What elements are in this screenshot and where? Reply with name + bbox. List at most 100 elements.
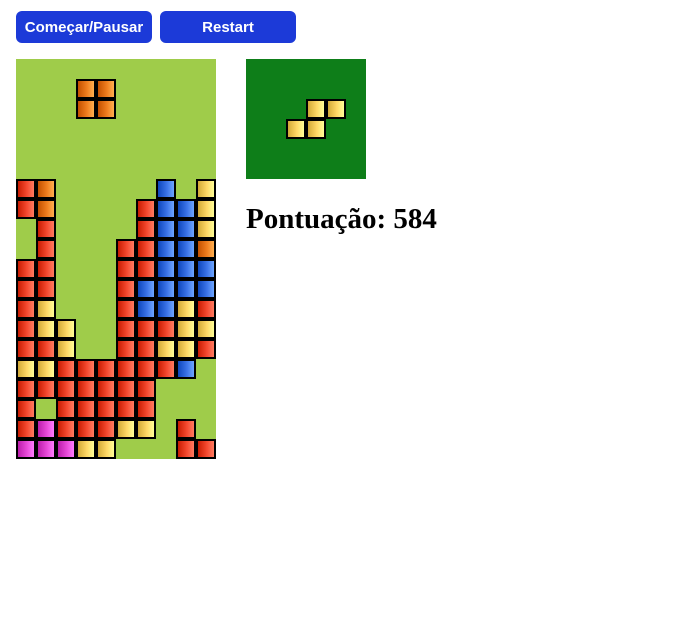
block-blue — [156, 279, 176, 299]
block-red — [136, 199, 156, 219]
block-blue — [156, 299, 176, 319]
block-blue — [196, 279, 216, 299]
block-red — [36, 259, 56, 279]
block-yellow — [196, 319, 216, 339]
block-red — [36, 339, 56, 359]
toolbar: Começar/Pausar Restart — [16, 11, 296, 43]
next-piece-preview — [246, 59, 366, 179]
block-yellow — [176, 339, 196, 359]
block-blue — [176, 239, 196, 259]
block-red — [156, 359, 176, 379]
block-yellow — [76, 439, 96, 459]
block-orange — [96, 79, 116, 99]
block-yellow — [56, 319, 76, 339]
block-red — [176, 439, 196, 459]
block-blue — [176, 359, 196, 379]
block-red — [56, 419, 76, 439]
block-orange — [36, 199, 56, 219]
block-orange — [96, 99, 116, 119]
block-red — [16, 379, 36, 399]
block-red — [156, 319, 176, 339]
restart-button[interactable]: Restart — [160, 11, 296, 43]
block-orange — [196, 239, 216, 259]
block-blue — [176, 199, 196, 219]
block-red — [116, 359, 136, 379]
block-red — [136, 399, 156, 419]
block-red — [116, 259, 136, 279]
block-yellow — [96, 439, 116, 459]
block-pink — [36, 439, 56, 459]
block-red — [136, 259, 156, 279]
block-red — [116, 239, 136, 259]
block-blue — [156, 239, 176, 259]
block-red — [76, 359, 96, 379]
block-red — [136, 379, 156, 399]
block-orange — [76, 79, 96, 99]
block-red — [176, 419, 196, 439]
block-red — [56, 359, 76, 379]
block-red — [96, 359, 116, 379]
block-yellow — [136, 419, 156, 439]
block-red — [96, 399, 116, 419]
block-yellow — [196, 219, 216, 239]
block-red — [16, 199, 36, 219]
block-blue — [156, 219, 176, 239]
block-yellow — [176, 319, 196, 339]
block-red — [36, 239, 56, 259]
block-red — [16, 179, 36, 199]
block-red — [116, 299, 136, 319]
block-red — [56, 399, 76, 419]
block-red — [96, 419, 116, 439]
block-red — [76, 379, 96, 399]
block-red — [116, 279, 136, 299]
next-piece-block — [326, 99, 346, 119]
block-yellow — [36, 299, 56, 319]
block-red — [56, 379, 76, 399]
block-red — [116, 339, 136, 359]
block-red — [136, 239, 156, 259]
block-red — [136, 319, 156, 339]
block-blue — [156, 179, 176, 199]
block-red — [96, 379, 116, 399]
block-yellow — [196, 199, 216, 219]
block-red — [196, 339, 216, 359]
block-pink — [56, 439, 76, 459]
next-piece-block — [306, 119, 326, 139]
block-red — [16, 259, 36, 279]
block-blue — [136, 299, 156, 319]
block-blue — [196, 259, 216, 279]
block-yellow — [176, 299, 196, 319]
block-red — [16, 279, 36, 299]
start-pause-button[interactable]: Começar/Pausar — [16, 11, 152, 43]
block-pink — [16, 439, 36, 459]
next-piece-block — [286, 119, 306, 139]
block-red — [136, 339, 156, 359]
block-orange — [36, 179, 56, 199]
block-yellow — [196, 179, 216, 199]
block-red — [196, 299, 216, 319]
block-yellow — [116, 419, 136, 439]
game-board — [16, 59, 216, 459]
block-blue — [176, 219, 196, 239]
block-red — [16, 419, 36, 439]
next-piece-block — [306, 99, 326, 119]
block-red — [196, 439, 216, 459]
block-red — [116, 399, 136, 419]
block-red — [16, 399, 36, 419]
score-display: Pontuação: 584 — [246, 203, 437, 236]
block-red — [76, 419, 96, 439]
block-red — [36, 379, 56, 399]
block-pink — [36, 419, 56, 439]
block-red — [16, 319, 36, 339]
block-yellow — [36, 359, 56, 379]
score-value: 584 — [393, 203, 437, 235]
block-red — [36, 279, 56, 299]
block-blue — [136, 279, 156, 299]
block-yellow — [16, 359, 36, 379]
block-red — [136, 359, 156, 379]
block-blue — [176, 259, 196, 279]
block-blue — [176, 279, 196, 299]
block-orange — [76, 99, 96, 119]
block-red — [116, 379, 136, 399]
block-red — [16, 339, 36, 359]
